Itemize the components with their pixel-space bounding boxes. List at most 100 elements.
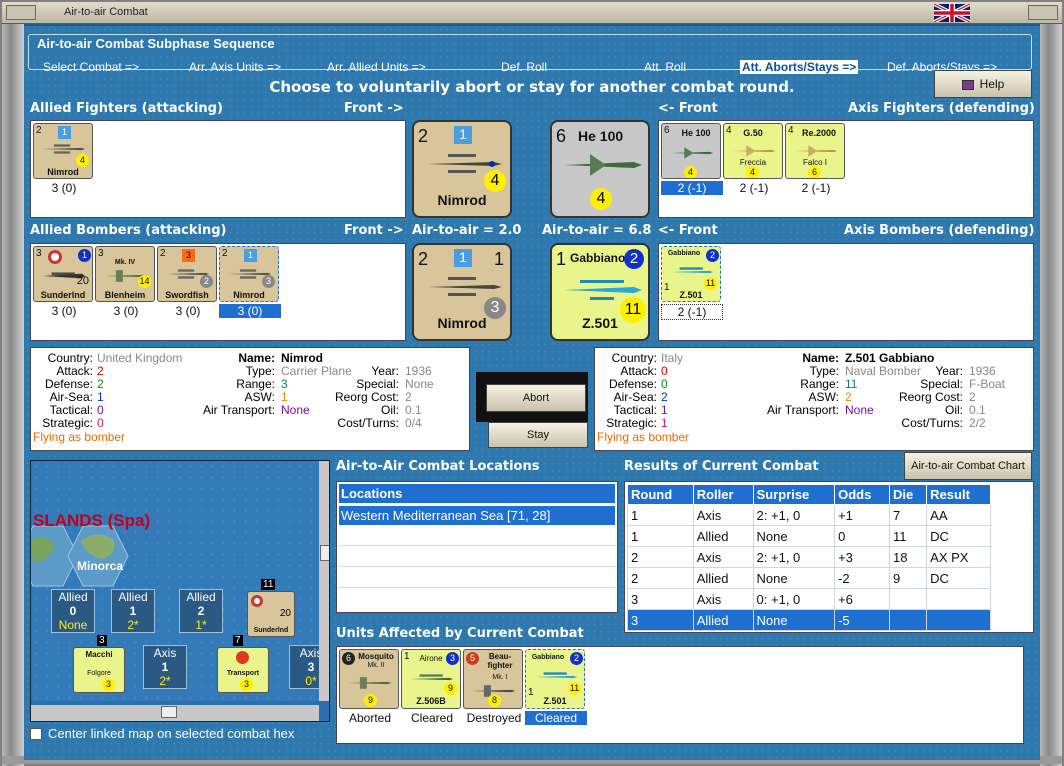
uk-flag-icon[interactable] xyxy=(930,4,974,22)
counter-name: Swordfish xyxy=(165,290,209,300)
counter-caption: 3 (0) xyxy=(219,304,281,318)
help-button[interactable]: Help xyxy=(934,70,1032,98)
stack-name: Transport xyxy=(226,670,260,677)
results-table-pane[interactable]: Round Roller Surprise Odds Die Result 1A… xyxy=(624,481,1034,633)
mini-map[interactable]: SLANDS (Spa) Minorca Allied 0 None Allie… xyxy=(30,460,330,722)
special-label: Special: xyxy=(920,377,963,391)
unit-counter-g50[interactable]: 4 G.50 Freccia 4 xyxy=(723,123,783,179)
table-row[interactable]: 3 Axis 0: +1, 0 +6 xyxy=(627,588,991,610)
abort-button[interactable]: Abort xyxy=(486,384,586,412)
center-map-label: Center linked map on selected combat hex xyxy=(48,726,295,741)
counter-badge: 2 xyxy=(706,249,719,262)
locations-list[interactable]: Locations Western Mediterranean Sea [71,… xyxy=(336,481,618,613)
cell: 3 xyxy=(627,609,694,631)
map-stack-sunderland[interactable]: 20 Sunderlnd xyxy=(247,591,295,637)
map-hscroll-thumb[interactable] xyxy=(161,706,177,718)
center-map-checkbox[interactable] xyxy=(30,728,42,740)
axis-bombers-label: Axis Bombers (defending) xyxy=(844,223,1035,238)
map-box-axis-1[interactable]: Axis 1 2* xyxy=(143,645,187,689)
unit-counter-z506b[interactable]: 1 Airone 3 9 Z.506B xyxy=(401,649,461,709)
results-table: Round Roller Surprise Odds Die Result 1A… xyxy=(627,484,991,631)
unit-counter-sunderland[interactable]: 3 1 20 Sunderlnd xyxy=(33,246,93,302)
unit-counter-beaufighter[interactable]: 5 Beau-fighter Mk. I 8 xyxy=(463,649,523,709)
counter-badge: 2 xyxy=(570,652,583,665)
stack-count: 7 xyxy=(233,635,243,646)
unit-counter-mosquito[interactable]: 6 Mosquito Mk. II 9 xyxy=(339,649,399,709)
close-button[interactable] xyxy=(1028,5,1058,20)
airtransport-label: Air Transport: xyxy=(202,403,275,417)
map-vscroll-thumb[interactable] xyxy=(320,545,329,561)
step-select-combat: Select Combat => xyxy=(43,60,140,74)
map-box-allied-0[interactable]: Allied 0 None xyxy=(51,589,95,633)
roundel-icon xyxy=(251,595,263,607)
special-value: F-Boat xyxy=(969,377,1006,391)
range-label: Range: xyxy=(800,377,839,391)
big-name: Nimrod xyxy=(437,192,487,208)
instruction-text: Choose to voluntarily abort or stay for … xyxy=(269,78,795,96)
affected-units-pane[interactable]: 6 Mosquito Mk. II 9 Aborted 1 Airone 3 9… xyxy=(336,646,1024,744)
combat-chart-button[interactable]: Air-to-air Combat Chart xyxy=(904,452,1032,480)
table-row[interactable]: 1 Axis 2: +1, 0 +1 7 AA xyxy=(627,504,991,526)
unit-counter-z501[interactable]: Gabbiano 2 11 1 Z.501 xyxy=(661,246,721,302)
name-label: Name: xyxy=(238,351,275,365)
big-value: 4 xyxy=(484,170,506,192)
unit-counter-nimrod-bomber[interactable]: 2 1 3 Nimrod xyxy=(219,246,279,302)
map-box-allied-1[interactable]: Allied 1 2* xyxy=(111,589,155,633)
table-row[interactable]: 2 Allied None -2 9 DC xyxy=(627,567,991,589)
menu-button[interactable] xyxy=(6,5,36,20)
counter-name: Sunderlnd xyxy=(40,290,86,300)
map-stack-transport[interactable]: Transport 3 xyxy=(217,647,269,693)
fighter-plane-icon xyxy=(670,147,714,159)
frame-right xyxy=(1040,24,1062,766)
unit-counter-nimrod[interactable]: 2 1 4 Nimrod xyxy=(33,123,93,179)
tactical-label: Tactical: xyxy=(613,403,657,417)
axis-fighters-pane[interactable]: 6 He 100 4 2 (-1) 4 G.50 Freccia 4 2 (-1… xyxy=(658,120,1034,218)
counter-top-left: 2 xyxy=(36,125,42,136)
allied-bombers-label: Allied Bombers (attacking) xyxy=(30,223,227,238)
cell: 3 xyxy=(627,588,694,610)
reorg-value: 2 xyxy=(405,390,412,404)
table-row[interactable]: 2 Axis 2: +1, 0 +3 18 AX PX xyxy=(627,546,991,568)
unit-counter-z501-affected[interactable]: Gabbiano 2 11 1 Z.501 xyxy=(525,649,585,709)
locations-header: Locations xyxy=(339,484,615,504)
stack-name: Sunderlnd xyxy=(253,627,289,634)
defense-label: Defense: xyxy=(44,377,93,391)
type-label: Type: xyxy=(245,364,275,378)
tactical-label: Tactical: xyxy=(49,403,93,417)
map-stack-macchi[interactable]: Macchi Folgore 3 xyxy=(73,647,125,693)
counter-subname: Gabbiano xyxy=(667,250,701,257)
bomber-plane-icon xyxy=(348,677,392,689)
allied-fighters-pane[interactable]: 2 1 4 Nimrod 3 (0) xyxy=(30,120,406,218)
cell: 2: +1, 0 xyxy=(752,546,836,568)
col-roller: Roller xyxy=(692,484,754,505)
strategic-label: Strategic: xyxy=(606,416,657,430)
counter-value: 11 xyxy=(568,682,581,695)
help-label: Help xyxy=(979,77,1005,91)
box-side: Allied xyxy=(118,590,148,604)
allied-bombers-pane[interactable]: 3 1 20 Sunderlnd 3 (0) 3 Mk. IV 14 Blenh… xyxy=(30,243,406,341)
counter-name: Z.506B xyxy=(416,696,446,706)
map-vscrollbar[interactable] xyxy=(319,461,329,701)
unit-counter-blenheim[interactable]: 3 Mk. IV 14 Blenheim xyxy=(95,246,155,302)
unit-counter-re2000[interactable]: 4 Re.2000 Falco I 6 xyxy=(785,123,845,179)
big-tr: 1 xyxy=(493,249,504,269)
unit-counter-swordfish[interactable]: 2 3 2 Swordfish xyxy=(157,246,217,302)
table-row[interactable]: 1 Allied None 0 11 DC xyxy=(627,525,991,547)
cell: Axis xyxy=(692,588,754,610)
map-box-allied-2[interactable]: Allied 2 1* xyxy=(179,589,223,633)
unit-counter-he100[interactable]: 6 He 100 4 xyxy=(661,123,721,179)
stay-button[interactable]: Stay xyxy=(488,422,588,448)
counter-value: 4 xyxy=(746,166,759,178)
location-item[interactable]: Western Mediterranean Sea [71, 28] xyxy=(339,506,615,525)
map-hscrollbar[interactable] xyxy=(31,705,319,721)
map-island-label: Minorca xyxy=(77,559,124,573)
name-value: Z.501 Gabbiano xyxy=(845,351,935,365)
cost-value: 0/4 xyxy=(405,416,422,430)
asw-value: 1 xyxy=(281,390,288,404)
front-arrow-axis-f: <- Front xyxy=(658,101,718,116)
table-row-selected[interactable]: 3 Allied None -5 xyxy=(627,609,991,631)
axis-bombers-pane[interactable]: Gabbiano 2 11 1 Z.501 2 (-1) xyxy=(658,243,1034,341)
allied-unit-info: Country: United Kingdom Attack: 2 Defens… xyxy=(30,347,470,451)
step-def-roll: Def. Roll xyxy=(501,60,548,74)
range-label: Range: xyxy=(236,377,275,391)
